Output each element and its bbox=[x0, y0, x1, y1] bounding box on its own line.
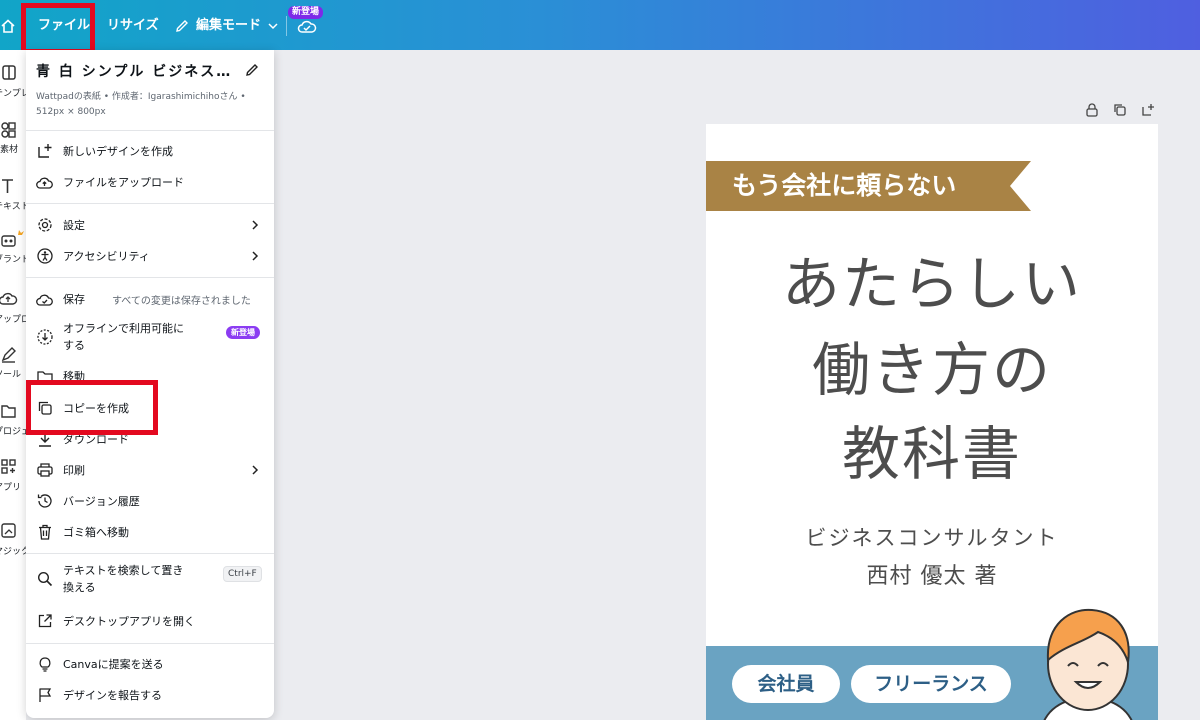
edit-mode-label: 編集モード bbox=[196, 18, 262, 33]
gear-icon bbox=[38, 218, 52, 232]
duplicate-page-icon[interactable] bbox=[1112, 102, 1128, 118]
new-feature-badge: 新登場 bbox=[226, 326, 260, 339]
new-design-icon bbox=[38, 144, 52, 158]
trash-icon bbox=[39, 524, 51, 540]
new-feature-badge: 新登場 bbox=[288, 6, 324, 19]
menu-item-open-desktop[interactable]: デスクトップアプリを開く bbox=[36, 608, 264, 634]
menu-divider bbox=[26, 553, 274, 554]
chevron-right-icon bbox=[252, 465, 259, 475]
elements-icon bbox=[1, 122, 16, 138]
menu-item-accessibility[interactable]: アクセシビリティ bbox=[36, 243, 264, 269]
lightbulb-icon bbox=[39, 657, 51, 672]
apps-icon bbox=[1, 459, 16, 474]
external-link-icon bbox=[38, 614, 52, 628]
cloud-check-icon bbox=[36, 294, 53, 306]
tag-employee: 会社員 bbox=[732, 665, 840, 703]
toolbar-divider bbox=[286, 16, 287, 36]
menu-item-save[interactable]: 保存 すべての変更は保存されました bbox=[36, 286, 264, 312]
file-highlight-box bbox=[21, 3, 95, 54]
printer-icon bbox=[37, 463, 53, 477]
chevron-right-icon bbox=[252, 251, 259, 261]
author-name: 西村 優太 著 bbox=[866, 564, 998, 589]
sidebar-item-projects[interactable]: プロジェクト bbox=[0, 400, 26, 444]
chevron-right-icon bbox=[252, 220, 259, 230]
accessibility-icon bbox=[37, 248, 53, 264]
sidebar-item-template[interactable]: テンプレート bbox=[0, 62, 26, 106]
design-canvas-page[interactable]: もう会社に頼らない あたらしい 働き方の 教科書 ビジネスコンサルタント 西村 … bbox=[706, 124, 1158, 720]
sidebar-item-elements[interactable]: 素材 bbox=[0, 118, 26, 162]
home-icon[interactable] bbox=[0, 18, 16, 34]
cover-title-line2: 働き方の bbox=[811, 336, 1052, 404]
cloud-sync-icon[interactable] bbox=[297, 18, 317, 34]
menu-item-new-design[interactable]: 新しいデザインを作成 bbox=[36, 138, 264, 164]
sidebar-item-upload[interactable]: アップロード bbox=[0, 288, 26, 332]
menu-item-offline[interactable]: オフラインで利用可能にする 新登場 bbox=[36, 320, 264, 356]
folder-icon bbox=[1, 405, 16, 418]
menu-item-trash[interactable]: ゴミ箱へ移動 bbox=[36, 519, 264, 545]
save-status: すべての変更は保存されました bbox=[112, 295, 251, 307]
author-role: ビジネスコンサルタント bbox=[805, 526, 1059, 550]
chevron-down-icon bbox=[268, 23, 278, 30]
left-sidebar: テンプレート 素材 テキスト ブランド アップロード ツール プロジェクト アプ… bbox=[0, 50, 26, 720]
menu-divider bbox=[26, 203, 274, 204]
cover-title-line3: 教科書 bbox=[841, 420, 1022, 488]
menu-item-upload[interactable]: ファイルをアップロード bbox=[36, 169, 264, 195]
offline-download-icon bbox=[37, 329, 53, 345]
add-page-icon[interactable] bbox=[1140, 102, 1156, 118]
menu-divider bbox=[26, 277, 274, 278]
person-illustration bbox=[1043, 608, 1133, 720]
sidebar-item-apps[interactable]: アプリ bbox=[0, 456, 26, 500]
menu-item-settings[interactable]: 設定 bbox=[36, 212, 264, 238]
flag-icon bbox=[39, 688, 52, 702]
upload-icon bbox=[0, 292, 18, 305]
tools-icon bbox=[1, 347, 16, 363]
cover-title-line1: あたらしい bbox=[781, 250, 1082, 318]
edit-mode-button[interactable]: 編集モード bbox=[174, 14, 279, 38]
menu-divider bbox=[26, 643, 274, 644]
lock-icon[interactable] bbox=[1084, 102, 1100, 118]
menu-item-version-history[interactable]: バージョン履歴 bbox=[36, 488, 264, 514]
tag-freelance: フリーランス bbox=[851, 665, 1011, 703]
menu-item-print[interactable]: 印刷 bbox=[36, 457, 264, 483]
sidebar-item-magic[interactable]: マジック生成 bbox=[0, 520, 26, 564]
cloud-upload-icon bbox=[36, 177, 53, 189]
magic-icon bbox=[1, 523, 16, 538]
design-title[interactable]: 青 白 シンプル ビジネス… bbox=[36, 61, 232, 81]
menu-divider bbox=[26, 130, 274, 131]
text-icon bbox=[2, 179, 13, 193]
sidebar-item-text[interactable]: テキスト bbox=[0, 175, 26, 219]
template-icon bbox=[2, 65, 16, 80]
history-icon bbox=[37, 494, 52, 508]
sidebar-item-brand[interactable]: ブランド bbox=[0, 228, 26, 272]
search-icon bbox=[37, 571, 53, 587]
brand-icon bbox=[1, 230, 24, 247]
resize-button[interactable]: リサイズ bbox=[107, 14, 159, 38]
pencil-icon bbox=[176, 20, 188, 32]
menu-item-feedback[interactable]: Canvaに提案を送る bbox=[36, 651, 264, 677]
menu-item-report[interactable]: デザインを報告する bbox=[36, 682, 264, 708]
make-copy-highlight-box bbox=[26, 380, 158, 435]
pencil-icon[interactable] bbox=[244, 62, 260, 78]
keyboard-shortcut: Ctrl+F bbox=[223, 566, 262, 582]
sidebar-item-tools[interactable]: ツール bbox=[0, 343, 26, 387]
top-toolbar: ファイル リサイズ 編集モード 新登場 bbox=[0, 0, 1200, 50]
menu-item-find-replace[interactable]: テキストを検索して置き換える Ctrl+F bbox=[36, 562, 264, 598]
design-meta: Wattpadの表紙 • 作成者：Igarashimichihoさん • 512… bbox=[36, 92, 246, 117]
page-toolbar bbox=[1084, 102, 1156, 120]
banner-text: もう会社に頼らない bbox=[732, 171, 957, 200]
